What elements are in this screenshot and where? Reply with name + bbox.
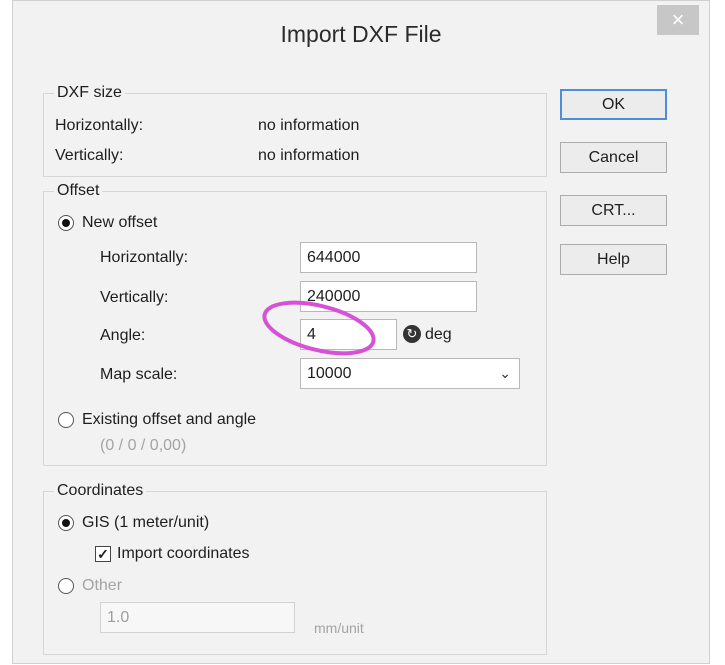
coordinates-title: Coordinates [54,481,147,501]
rotate-icon[interactable]: ↻ [403,325,421,343]
title-bar: Import DXF File × [13,1,709,75]
crt-button[interactable]: CRT... [560,195,667,226]
dialog-title: Import DXF File [280,21,442,47]
radio-selected-icon [62,519,70,527]
coordinates-group: Coordinates GIS (1 meter/unit) ✓ Import … [43,481,547,655]
gis-label[interactable]: GIS (1 meter/unit) [82,513,209,533]
new-offset-label[interactable]: New offset [82,213,157,233]
import-dxf-dialog: Import DXF File × DXF size Horizontally:… [12,0,710,664]
help-button[interactable]: Help [560,244,667,275]
dxf-vertically-label: Vertically: [55,147,124,164]
offset-horizontally-label: Horizontally: [100,249,189,266]
map-scale-value: 10000 [307,365,352,382]
new-offset-radio[interactable] [58,215,74,231]
import-coordinates-label[interactable]: Import coordinates [117,544,250,564]
other-unit-label: mm/unit [314,620,364,636]
chevron-down-icon[interactable]: ⌄ [499,359,511,388]
other-scale-input[interactable]: 1.0 [100,602,295,633]
close-icon: × [671,7,685,32]
other-radio[interactable] [58,578,74,594]
cancel-button[interactable]: Cancel [560,142,667,173]
import-coordinates-checkbox[interactable]: ✓ [95,546,111,562]
existing-offset-label[interactable]: Existing offset and angle [82,410,256,430]
offset-title: Offset [54,181,103,201]
dxf-size-group: DXF size Horizontally: no information Ve… [43,83,547,177]
angle-unit-label: deg [425,326,452,343]
map-scale-select[interactable]: 10000 ⌄ [300,358,520,389]
angle-input[interactable]: 4 [300,319,397,350]
radio-selected-icon [62,219,70,227]
gis-radio[interactable] [58,515,74,531]
offset-vertically-input[interactable]: 240000 [300,281,477,312]
existing-offset-radio[interactable] [58,412,74,428]
angle-label: Angle: [100,327,146,344]
dxf-size-title: DXF size [54,83,125,103]
close-button[interactable]: × [657,5,699,35]
offset-group: Offset New offset Horizontally: 644000 V… [43,181,547,466]
dxf-vertically-value: no information [258,147,360,164]
ok-button[interactable]: OK [560,89,667,120]
other-label[interactable]: Other [82,576,122,596]
offset-horizontally-input[interactable]: 644000 [300,242,477,273]
checkmark-icon: ✓ [97,546,109,562]
existing-offset-value: (0 / 0 / 0,00) [100,437,187,454]
dxf-horizontally-label: Horizontally: [55,117,144,134]
map-scale-label: Map scale: [100,366,178,383]
offset-vertically-label: Vertically: [100,289,169,306]
dxf-horizontally-value: no information [258,117,360,134]
